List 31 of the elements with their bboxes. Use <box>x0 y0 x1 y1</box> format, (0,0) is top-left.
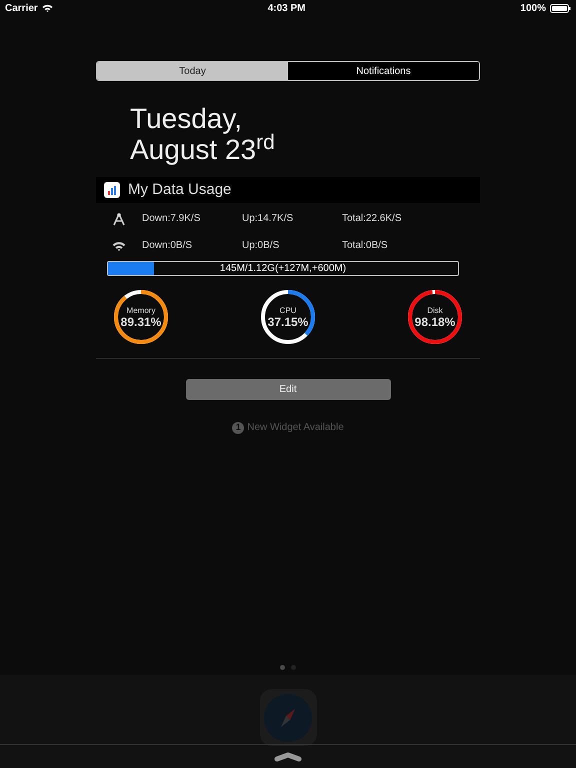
download-speed: Down:7.9K/S <box>142 212 202 226</box>
weekday-heading: Tuesday, <box>130 103 244 134</box>
compass-icon <box>263 692 313 742</box>
battery-icon <box>550 4 571 12</box>
wifi-icon <box>112 240 126 250</box>
tab[interactable]: Today <box>97 62 288 80</box>
gauge-label: CPU <box>280 306 296 314</box>
total-speed: Total:0B/S <box>342 239 388 253</box>
download-speed: Down:0B/S <box>142 239 194 253</box>
date-heading: August 23$^{rd}$ <box>130 134 276 165</box>
upload-speed: Up:0B/S <box>242 239 280 253</box>
wifi-icon <box>42 4 53 12</box>
count-badge: 1 <box>232 422 244 434</box>
upload-speed: Up:14.7K/S <box>242 212 294 226</box>
usage-text: 145M/1.12G(+127M,+600M) <box>218 262 348 275</box>
tab[interactable]: Notifications <box>288 62 479 80</box>
antenna-icon <box>112 212 126 226</box>
new-widget-notice: New Widget Available <box>247 421 344 435</box>
gauge-label: Memory <box>126 306 156 314</box>
chart-app-icon <box>104 182 120 198</box>
total-speed: Total:22.6K/S <box>342 212 402 226</box>
gauge-label: Disk <box>427 306 443 314</box>
clock-time: 4:03 PM <box>268 2 306 16</box>
carrier-label: Carrier <box>5 2 38 16</box>
widget-title: My Data Usage <box>128 180 232 200</box>
chevron-up-icon[interactable] <box>274 752 302 762</box>
gauge-value: 37.15% <box>268 314 308 328</box>
battery-percent: 100% <box>520 2 546 16</box>
edit-button[interactable]: Edit <box>186 379 390 400</box>
gauge-value: 89.31% <box>120 314 162 328</box>
gauge-value: 98.18% <box>414 314 456 328</box>
